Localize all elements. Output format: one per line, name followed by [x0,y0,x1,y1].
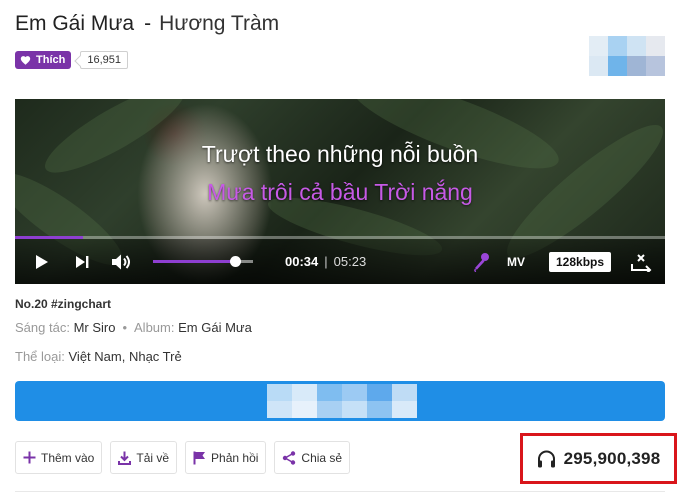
song-title-row: Em Gái Mưa - Hương Tràm [15,12,279,36]
plus-icon [23,451,36,464]
headphones-icon [537,450,555,467]
karaoke-button[interactable] [470,239,494,284]
like-button[interactable]: Thích [15,51,72,69]
karaoke-mic-icon [474,252,489,272]
next-button[interactable] [70,239,94,284]
time-current: 00:34 [285,254,319,269]
share-button[interactable]: Chia sẻ [274,441,351,474]
composer-link[interactable]: Mr Siro [74,320,116,335]
lyric-current-line: Trượt theo những nỗi buồn [201,141,479,167]
song-meta-composer-album: Sáng tác: Mr Siro • Album: Em Gái Mưa [15,320,252,335]
download-button[interactable]: Tải về [110,441,178,474]
pixelated-label [267,384,417,418]
divider [15,491,665,492]
expand-button[interactable] [629,239,653,284]
add-to-label: Thêm vào [41,450,95,465]
volume-button[interactable] [109,239,135,284]
genre-link[interactable]: Việt Nam, Nhạc Trẻ [69,349,182,364]
expand-icon [631,253,652,272]
title-separator: - [144,12,152,35]
time-display: 00:34 | 05:23 [285,239,366,284]
album-link[interactable]: Em Gái Mưa [178,320,252,335]
play-button[interactable] [29,239,55,284]
album-label: Album: [134,320,175,335]
play-icon [36,254,48,269]
share-icon [283,450,296,465]
lyric-next-line: Mưa trôi cả bầu Trời nắng [207,179,473,205]
add-to-button[interactable]: Thêm vào [15,441,103,474]
volume-fill [153,260,235,263]
composer-label: Sáng tác: [15,320,70,335]
volume-icon [112,254,130,269]
report-button[interactable]: Phản hồi [185,441,267,474]
volume-slider[interactable] [153,256,253,267]
chart-rank[interactable]: No.20 #zingchart [15,297,111,311]
quality-button[interactable]: 128kbps [549,252,612,272]
heart-icon [20,56,31,65]
flag-icon [193,451,206,464]
like-count: 16,951 [80,51,128,69]
meta-dot: • [122,320,128,335]
primary-action-button[interactable] [15,381,665,421]
artist-name[interactable]: Hương Tràm [159,12,279,35]
song-title[interactable]: Em Gái Mưa [15,12,134,35]
volume-knob[interactable] [230,256,241,267]
music-player[interactable]: Trượt theo những nỗi buồn Mưa trôi cả bầ… [15,99,665,284]
report-label: Phản hồi [211,450,259,465]
player-controls: 00:34 | 05:23 MV 128kbps [15,239,665,284]
listen-count-highlight: 295,900,398 [520,433,677,484]
share-label: Chia sẻ [301,450,343,465]
time-total: 05:23 [333,254,367,269]
genre-label: Thể loại: [15,349,65,364]
like-row: Thích 16,951 [15,51,128,69]
mv-button[interactable]: MV [507,239,525,284]
action-buttons: Thêm vào Tải về Phản hồi Chia sẻ [15,441,351,474]
download-label: Tải về [136,450,170,465]
download-icon [118,451,132,465]
time-separator: | [324,254,328,269]
like-label: Thích [36,54,66,66]
listen-count: 295,900,398 [563,448,661,468]
song-meta-genre: Thể loại: Việt Nam, Nhạc Trẻ [15,349,182,364]
qr-code-thumbnail[interactable] [589,36,665,76]
next-icon [76,255,89,268]
